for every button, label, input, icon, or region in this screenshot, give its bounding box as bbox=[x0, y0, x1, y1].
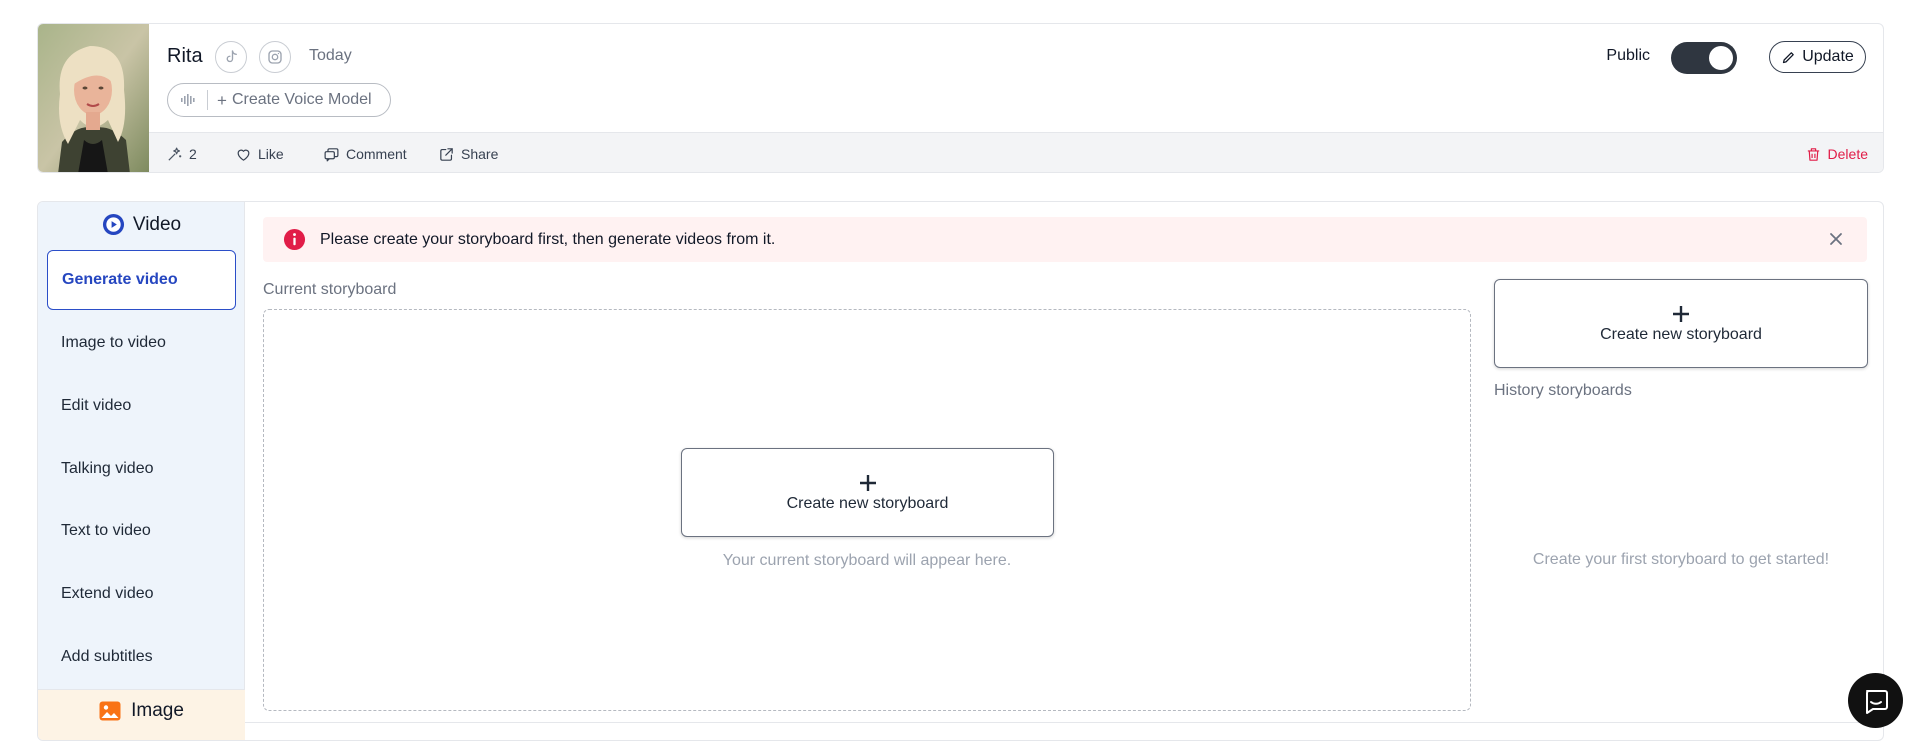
current-storyboard-label: Current storyboard bbox=[263, 281, 397, 298]
share-label: Share bbox=[461, 146, 499, 162]
avatar-image bbox=[38, 24, 149, 172]
plus-icon bbox=[859, 474, 876, 491]
delete-label: Delete bbox=[1827, 146, 1868, 162]
comment-button[interactable]: Comment bbox=[323, 133, 407, 172]
alert-icon bbox=[283, 228, 306, 251]
alert-banner: Please create your storyboard first, the… bbox=[263, 217, 1867, 262]
content-divider bbox=[245, 722, 1883, 723]
update-label: Update bbox=[1802, 48, 1854, 65]
sidebar-item-label: Text to video bbox=[61, 522, 151, 539]
toggle-knob bbox=[1709, 46, 1733, 70]
content-area: Please create your storyboard first, the… bbox=[245, 202, 1883, 740]
chat-icon bbox=[1865, 689, 1888, 714]
sidebar-section-image[interactable]: Image bbox=[38, 689, 245, 740]
delete-button[interactable]: Delete bbox=[1805, 133, 1868, 172]
heart-icon bbox=[237, 149, 250, 161]
sidebar-item-talking-video[interactable]: Talking video bbox=[47, 439, 236, 499]
sidebar-item-label: Image to video bbox=[61, 334, 166, 351]
share-button[interactable]: Share bbox=[438, 133, 499, 172]
sparkle-count-button[interactable]: 2 bbox=[166, 133, 197, 172]
trash-icon bbox=[1807, 147, 1819, 161]
create-voice-model-button[interactable]: + Create Voice Model bbox=[167, 83, 391, 117]
chat-button[interactable] bbox=[1848, 673, 1903, 728]
profile-date: Today bbox=[309, 47, 352, 64]
public-toggle[interactable] bbox=[1671, 42, 1737, 74]
sidebar-item-label: Generate video bbox=[62, 271, 178, 288]
like-button[interactable]: Like bbox=[235, 133, 284, 172]
profile-actions-bar: 2 Like Comment Share Delete bbox=[149, 132, 1883, 172]
image-icon bbox=[99, 701, 121, 721]
sidebar-section-video[interactable]: Video bbox=[38, 202, 245, 247]
sidebar: Video Generate video Image to video Edit… bbox=[38, 202, 245, 740]
sparkle-count: 2 bbox=[189, 146, 197, 162]
profile-header: Rita Today + Create Voice Model Public U… bbox=[149, 24, 1883, 132]
create-voice-model-label: Create Voice Model bbox=[231, 91, 372, 108]
sidebar-item-edit-video[interactable]: Edit video bbox=[47, 376, 236, 436]
pencil-icon bbox=[1783, 51, 1795, 63]
sidebar-item-add-subtitles[interactable]: Add subtitles bbox=[47, 627, 236, 687]
comment-label: Comment bbox=[346, 146, 407, 162]
create-storyboard-button-secondary[interactable]: Create new storyboard bbox=[1494, 279, 1868, 368]
comment-icon bbox=[324, 147, 339, 161]
sidebar-item-generate-video[interactable]: Generate video bbox=[47, 250, 236, 310]
sidebar-item-label: Talking video bbox=[61, 460, 154, 477]
tiktok-icon[interactable] bbox=[215, 41, 247, 73]
plus-icon bbox=[1673, 305, 1689, 322]
main-panel: Video Generate video Image to video Edit… bbox=[37, 201, 1884, 741]
profile-card: Rita Today + Create Voice Model Public U… bbox=[37, 23, 1884, 173]
create-storyboard-button[interactable]: Create new storyboard bbox=[681, 448, 1054, 537]
sidebar-section-title: Video bbox=[132, 213, 182, 235]
sparkle-icon bbox=[168, 147, 182, 161]
sidebar-item-image-to-video[interactable]: Image to video bbox=[47, 313, 236, 373]
current-storyboard-empty-text: Your current storyboard will appear here… bbox=[722, 552, 1012, 569]
sidebar-item-label: Add subtitles bbox=[61, 648, 153, 665]
history-storyboards-label: History storyboards bbox=[1494, 382, 1632, 399]
instagram-icon[interactable] bbox=[259, 41, 291, 73]
like-label: Like bbox=[258, 146, 284, 162]
profile-name: Rita bbox=[167, 45, 203, 67]
sidebar-item-label: Extend video bbox=[61, 585, 154, 602]
play-icon bbox=[102, 213, 124, 236]
create-storyboard-label: Create new storyboard bbox=[786, 494, 949, 512]
create-storyboard-label: Create new storyboard bbox=[1600, 325, 1762, 343]
sidebar-item-label: Edit video bbox=[61, 397, 132, 414]
sidebar-section-image-title: Image bbox=[131, 700, 184, 721]
sidebar-item-text-to-video[interactable]: Text to video bbox=[47, 501, 236, 561]
sidebar-item-extend-video[interactable]: Extend video bbox=[47, 564, 236, 624]
public-label: Public bbox=[1606, 47, 1650, 64]
close-icon[interactable] bbox=[1827, 230, 1845, 248]
update-button[interactable]: Update bbox=[1769, 41, 1866, 73]
avatar[interactable] bbox=[38, 24, 149, 172]
voice-wave-icon bbox=[168, 90, 208, 110]
alert-text: Please create your storyboard first, the… bbox=[320, 230, 776, 248]
share-icon bbox=[440, 147, 453, 161]
current-storyboard-area: Create new storyboard Your current story… bbox=[263, 309, 1471, 711]
plus-icon: + bbox=[217, 90, 227, 110]
history-empty-text: Create your first storyboard to get star… bbox=[1532, 551, 1830, 568]
